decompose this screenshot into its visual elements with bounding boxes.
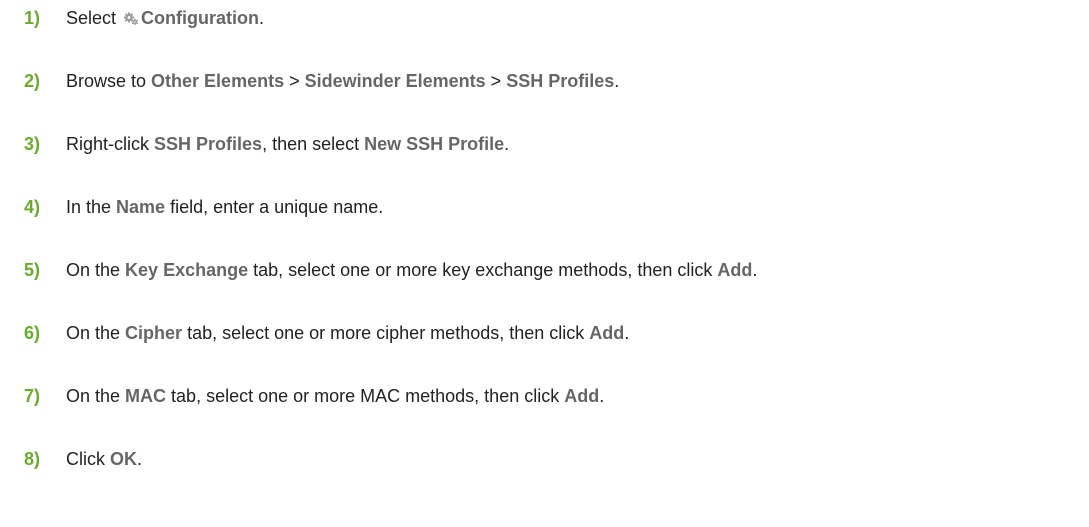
step-text-segment: tab, select one or more cipher methods, … xyxy=(182,323,590,343)
step-text-segment: Click xyxy=(66,449,110,469)
step-text-segment: On the xyxy=(66,386,126,406)
ui-term: Cipher xyxy=(125,323,183,343)
step-text-segment: . xyxy=(599,386,605,406)
step-number: 5) xyxy=(24,260,41,280)
step-text-segment: . xyxy=(137,449,143,469)
step-number: 4) xyxy=(24,197,41,217)
ui-term: SSH Profiles xyxy=(154,134,263,154)
step-text-segment: tab, select one or more key exchange met… xyxy=(248,260,718,280)
ui-term: SSH Profiles xyxy=(506,71,615,91)
step-item: 5) On the Key Exchange tab, select one or… xyxy=(24,260,1086,323)
step-number: 8) xyxy=(24,449,41,469)
step-text-segment: . xyxy=(504,134,510,154)
step-item: 4) In the Name field, enter a unique name… xyxy=(24,197,1086,260)
step-text-segment: tab, select one or more MAC methods, the… xyxy=(166,386,565,406)
step-item: 8) Click OK. xyxy=(24,449,1086,512)
ui-term: Key Exchange xyxy=(125,260,249,280)
ui-term: MAC xyxy=(125,386,167,406)
step-text: Browse to Other Elements > Sidewinder El… xyxy=(66,71,619,92)
step-text: Select Configuration. xyxy=(66,8,264,29)
step-text-segment: Right-click xyxy=(66,134,155,154)
step-number: 1) xyxy=(24,8,41,28)
step-text-segment: . xyxy=(624,323,630,343)
ui-term: Add xyxy=(717,260,753,280)
ui-term: Other Elements xyxy=(151,71,285,91)
step-item: 3) Right-click SSH Profiles, then select … xyxy=(24,134,1086,197)
step-text: On the MAC tab, select one or more MAC m… xyxy=(66,386,604,407)
step-item: 1) Select Configuration. xyxy=(24,8,1086,71)
step-text-segment: Select xyxy=(66,8,122,28)
step-text-segment: . xyxy=(614,71,620,91)
step-text: On the Cipher tab, select one or more ci… xyxy=(66,323,629,344)
step-text-segment: . xyxy=(752,260,758,280)
step-item: 6) On the Cipher tab, select one or more … xyxy=(24,323,1086,386)
ui-term: Add xyxy=(564,386,600,406)
step-text-segment: Browse to xyxy=(66,71,152,91)
step-text-segment: On the xyxy=(66,323,126,343)
ui-term: Configuration xyxy=(141,8,260,28)
step-text: On the Key Exchange tab, select one or m… xyxy=(66,260,757,281)
ui-term: Sidewinder Elements xyxy=(304,71,486,91)
step-item: 7) On the MAC tab, select one or more MAC… xyxy=(24,386,1086,449)
ui-term: New SSH Profile xyxy=(364,134,505,154)
step-text: Click OK. xyxy=(66,449,142,470)
step-number: 3) xyxy=(24,134,41,154)
ui-term: Name xyxy=(116,197,166,217)
ui-term: Add xyxy=(589,323,625,343)
ui-term: OK xyxy=(110,449,137,469)
procedure-steps: 1) Select Configuration. 2) Browse to Other… xyxy=(24,8,1086,512)
step-text-segment: . xyxy=(259,8,265,28)
step-text-segment: > xyxy=(284,71,305,91)
step-number: 2) xyxy=(24,71,41,91)
step-number: 7) xyxy=(24,386,41,406)
step-text-segment: In the xyxy=(66,197,117,217)
step-number: 6) xyxy=(24,323,41,343)
step-text-segment: > xyxy=(485,71,507,91)
step-text: Right-click SSH Profiles, then select Ne… xyxy=(66,134,509,155)
step-item: 2) Browse to Other Elements > Sidewinder … xyxy=(24,71,1086,134)
step-text-segment: , then select xyxy=(262,134,365,154)
gear-icon xyxy=(124,12,139,25)
step-text: In the Name field, enter a unique name. xyxy=(66,197,383,218)
step-text-segment: On the xyxy=(66,260,126,280)
step-text-segment: field, enter a unique name. xyxy=(165,197,384,217)
